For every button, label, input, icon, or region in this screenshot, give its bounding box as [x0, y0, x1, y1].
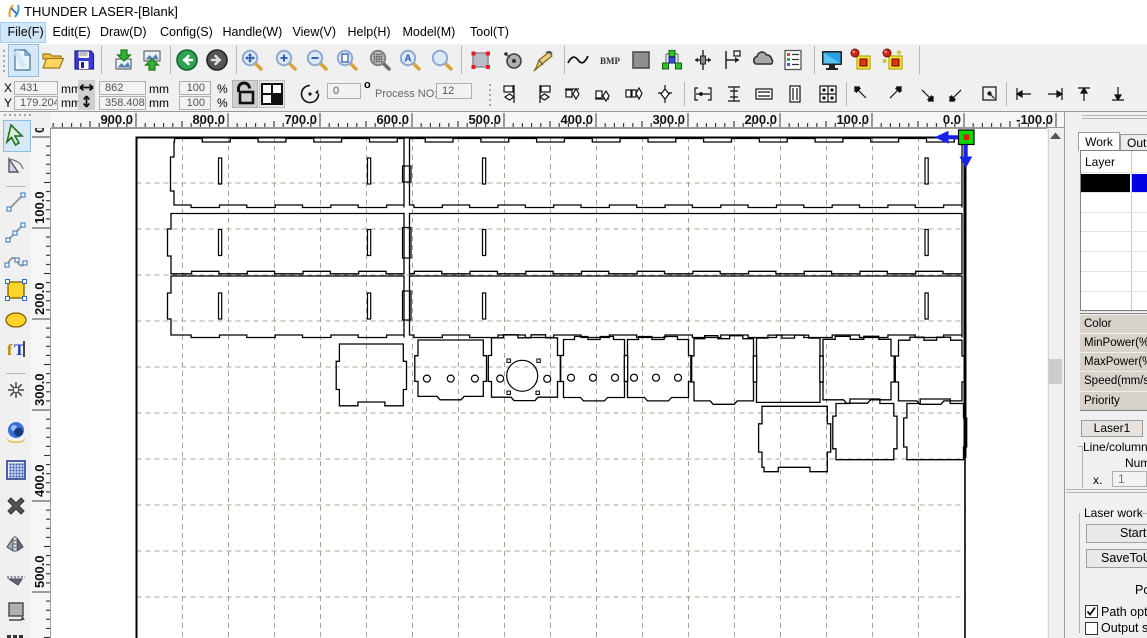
- svg-text:-100.0: -100.0: [1016, 112, 1053, 127]
- svg-text:BMP: BMP: [600, 56, 620, 66]
- svg-text:400.0: 400.0: [560, 112, 593, 127]
- svg-text:A: A: [404, 54, 411, 65]
- svg-text:300.0: 300.0: [652, 112, 685, 127]
- svg-text:100.0: 100.0: [836, 112, 869, 127]
- svg-text:700.0: 700.0: [284, 112, 317, 127]
- svg-text:f: f: [7, 342, 13, 359]
- svg-text:500.0: 500.0: [32, 555, 47, 588]
- svg-text:400.0: 400.0: [32, 464, 47, 497]
- svg-text:200.0: 200.0: [744, 112, 777, 127]
- svg-text:100.0: 100.0: [32, 191, 47, 224]
- svg-text:600.0: 600.0: [376, 112, 409, 127]
- svg-text:900.0: 900.0: [100, 112, 133, 127]
- svg-text:300.0: 300.0: [32, 373, 47, 406]
- svg-text:500.0: 500.0: [468, 112, 501, 127]
- svg-text:800.0: 800.0: [192, 112, 225, 127]
- svg-text:0.0: 0.0: [32, 128, 47, 133]
- svg-text:200.0: 200.0: [32, 282, 47, 315]
